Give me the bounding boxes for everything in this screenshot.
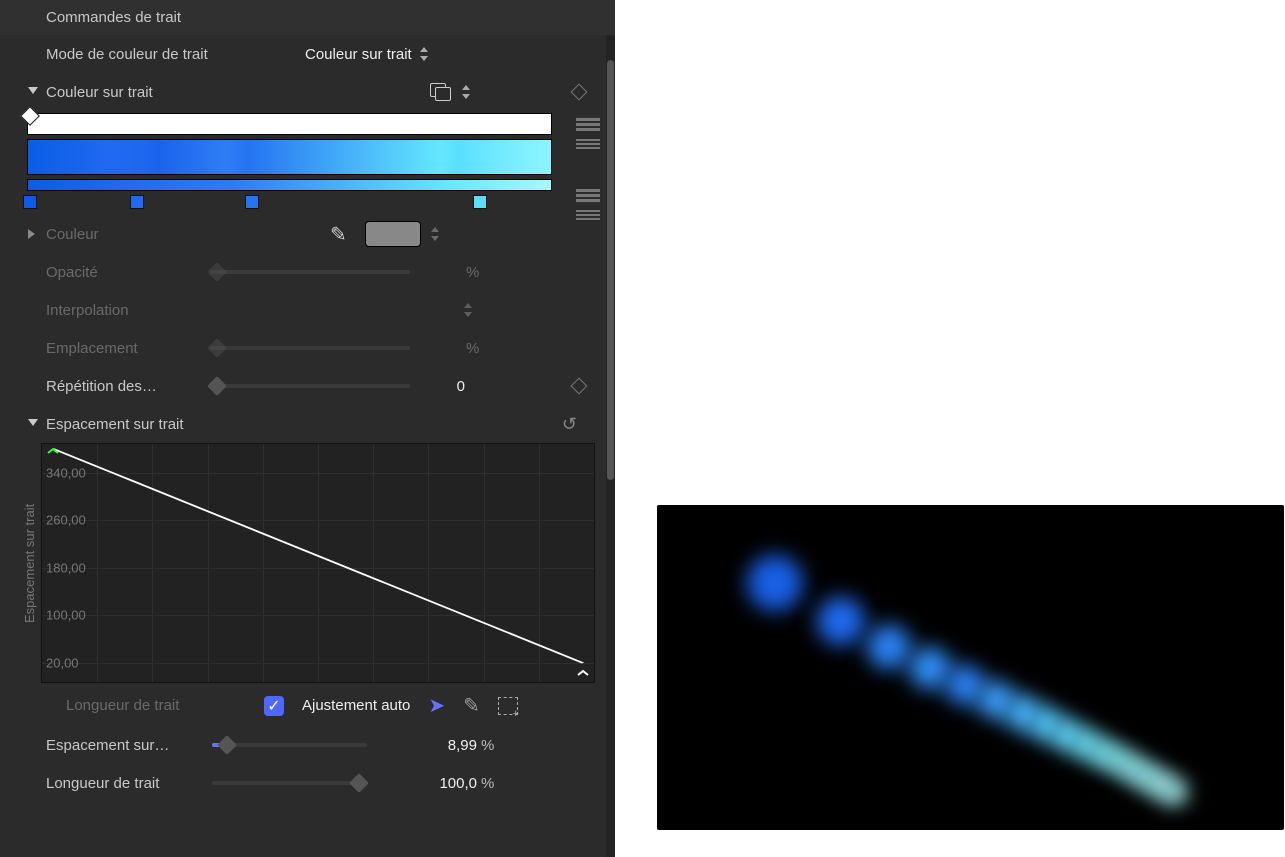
curve-point-start[interactable] bbox=[46, 444, 60, 454]
disclosure-arrow-icon[interactable] bbox=[28, 419, 38, 429]
pencil-tool-icon[interactable]: ✎ bbox=[463, 693, 480, 718]
graph-wrap: Espacement sur trait 340,00 260,00 180,0… bbox=[20, 443, 595, 683]
reverse-icon[interactable] bbox=[576, 189, 600, 205]
disclosure-arrow-icon[interactable] bbox=[28, 229, 38, 239]
location-unit: % bbox=[462, 340, 484, 357]
graph-x-axis-label: Longueur de trait bbox=[66, 697, 246, 714]
section-stroke-controls: Commandes de trait bbox=[0, 0, 615, 35]
updown-icon bbox=[420, 47, 428, 61]
opacity-slider[interactable] bbox=[210, 270, 410, 274]
distribute-icon[interactable] bbox=[576, 118, 600, 134]
pointer-tool-icon[interactable]: ➤ bbox=[428, 693, 445, 718]
row-stroke-length: Longueur de trait 100,0 % bbox=[0, 764, 615, 802]
row-color: Couleur ✎ bbox=[0, 215, 615, 253]
gradient-top-buttons bbox=[576, 118, 600, 155]
stroke-length-value[interactable]: 100,0 bbox=[407, 775, 477, 792]
graph-y-axis-label: Espacement sur trait bbox=[20, 443, 39, 683]
row-interpolation: Interpolation bbox=[0, 291, 615, 329]
color-label: Couleur bbox=[46, 226, 236, 243]
autofit-checkbox[interactable]: ✓ bbox=[264, 696, 284, 716]
spacing-header: Espacement sur trait bbox=[46, 416, 236, 433]
opacity-unit: % bbox=[462, 264, 484, 281]
section-title: Commandes de trait bbox=[46, 9, 236, 26]
row-opacity: Opacité % bbox=[0, 253, 615, 291]
slider-thumb[interactable] bbox=[349, 773, 369, 793]
stroke-length-label: Longueur de trait bbox=[46, 775, 208, 792]
color-over-stroke-label: Couleur sur trait bbox=[46, 84, 236, 101]
keyframe-icon[interactable] bbox=[571, 84, 588, 101]
curve-point-end[interactable] bbox=[576, 666, 590, 676]
graph-toolbar: Longueur de trait ✓ Ajustement auto ➤ ✎ bbox=[20, 683, 595, 726]
color-stop[interactable] bbox=[473, 195, 487, 209]
color-mode-value: Couleur sur trait bbox=[305, 46, 412, 63]
spacing-on-slider[interactable] bbox=[212, 743, 367, 747]
spacing-on-unit: % bbox=[477, 737, 499, 754]
location-slider[interactable] bbox=[210, 346, 410, 350]
row-location: Emplacement % bbox=[0, 329, 615, 367]
preview-area bbox=[615, 0, 1285, 857]
gradient-bar[interactable] bbox=[27, 139, 552, 175]
autofit-label: Ajustement auto bbox=[302, 697, 410, 714]
updown-icon[interactable] bbox=[464, 303, 472, 317]
gradient-preview-bar bbox=[27, 179, 552, 191]
updown-icon[interactable] bbox=[462, 85, 470, 99]
stroke-length-slider[interactable] bbox=[212, 781, 367, 785]
repetition-value[interactable]: 0 bbox=[395, 378, 465, 395]
color-well[interactable] bbox=[365, 221, 421, 247]
inspector-panel: Commandes de trait Mode de couleur de tr… bbox=[0, 0, 615, 857]
spacing-on-label: Espacement sur… bbox=[46, 737, 208, 754]
spacing-on-value[interactable]: 8,99 bbox=[407, 737, 477, 754]
row-color-mode: Mode de couleur de trait Couleur sur tra… bbox=[0, 35, 615, 73]
repetition-slider[interactable] bbox=[210, 384, 410, 388]
color-stop[interactable] bbox=[23, 195, 37, 209]
eyedropper-icon[interactable]: ✎ bbox=[330, 222, 347, 247]
color-stop[interactable] bbox=[130, 195, 144, 209]
preset-stack-icon[interactable] bbox=[430, 83, 452, 101]
reset-icon[interactable]: ↺ bbox=[562, 414, 577, 435]
spacing-header-row: Espacement sur trait ↺ bbox=[20, 405, 595, 443]
canvas-preview bbox=[657, 505, 1284, 830]
keyframe-icon[interactable] bbox=[571, 378, 588, 395]
color-mode-label: Mode de couleur de trait bbox=[46, 46, 236, 63]
updown-icon[interactable] bbox=[431, 227, 439, 241]
color-stop[interactable] bbox=[245, 195, 259, 209]
spacing-graph[interactable]: 340,00 260,00 180,00 100,00 20,00 bbox=[41, 443, 595, 683]
slider-thumb[interactable] bbox=[217, 735, 237, 755]
row-color-over-stroke-header: Couleur sur trait bbox=[0, 73, 615, 111]
distribute-tags-icon[interactable] bbox=[576, 139, 600, 155]
row-spacing-on: Espacement sur… 8,99 % bbox=[0, 726, 615, 764]
box-select-tool-icon[interactable] bbox=[498, 697, 518, 715]
graph-curve[interactable] bbox=[42, 444, 594, 682]
gradient-editor[interactable] bbox=[0, 113, 615, 191]
interpolation-label: Interpolation bbox=[46, 302, 236, 319]
spacing-section: Espacement sur trait ↺ Espacement sur tr… bbox=[0, 405, 615, 726]
disclosure-arrow-icon[interactable] bbox=[28, 87, 38, 97]
row-repetition: Répétition des… 0 bbox=[0, 367, 615, 405]
color-mode-select[interactable]: Couleur sur trait bbox=[305, 46, 428, 63]
stroke-length-unit: % bbox=[477, 775, 499, 792]
opacity-bar[interactable] bbox=[27, 113, 552, 135]
